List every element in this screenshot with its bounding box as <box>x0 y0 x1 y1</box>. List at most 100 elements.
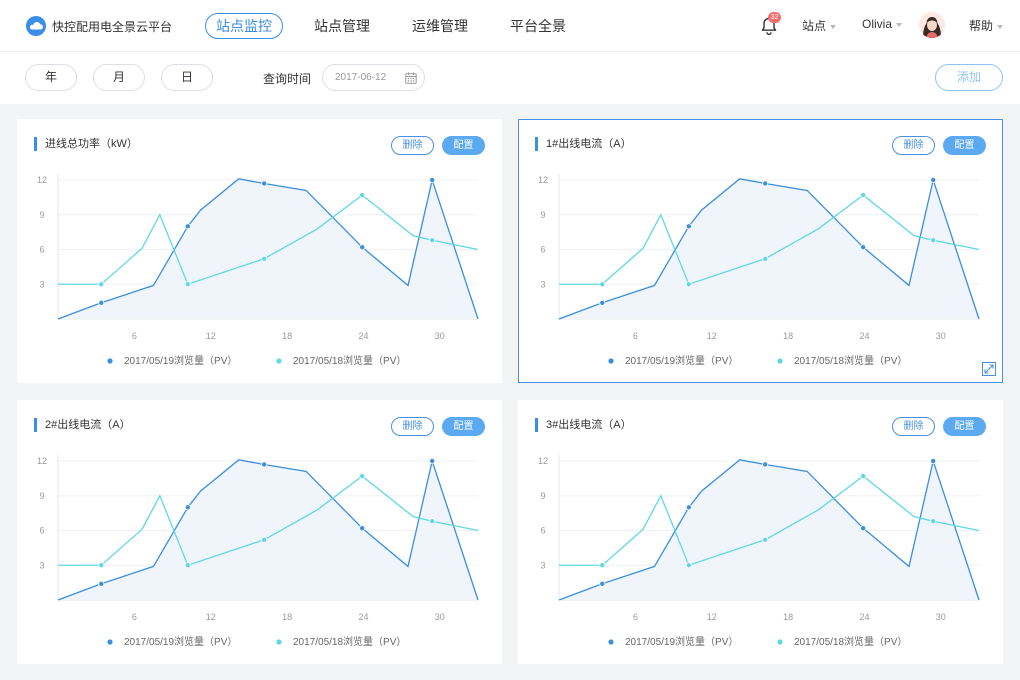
cloud-logo-icon <box>26 16 46 36</box>
top-navigation-bar: 快控配用电全景云平台 站点监控 站点管理 运维管理 平台全景 32 站点 Oli… <box>0 0 1020 52</box>
calendar-icon <box>405 72 417 84</box>
data-point <box>599 580 606 587</box>
panel-title: 1#出线电流（A） <box>535 137 632 151</box>
y-tick-label: 9 <box>39 491 44 501</box>
site-dropdown-label: 站点 <box>802 19 827 33</box>
legend-label: 2017/05/19浏览量（PV） <box>625 354 738 367</box>
data-point <box>599 281 606 288</box>
delete-button[interactable]: 删除 <box>391 417 434 436</box>
config-button[interactable]: 配置 <box>442 417 485 436</box>
x-tick-label: 12 <box>206 612 216 622</box>
app-title: 快控配用电全景云平台 <box>52 19 173 34</box>
user-name: Olivia <box>862 17 893 31</box>
data-point <box>359 244 366 251</box>
data-point <box>429 177 436 184</box>
data-point <box>685 281 692 288</box>
x-tick-label: 6 <box>132 612 137 622</box>
x-tick-label: 12 <box>206 331 216 341</box>
avatar-icon <box>919 12 945 38</box>
nav-site-management[interactable]: 站点管理 <box>303 13 381 39</box>
legend-marker <box>777 639 783 645</box>
x-tick-label: 6 <box>633 331 638 341</box>
data-point <box>261 536 268 543</box>
legend-marker <box>276 358 282 364</box>
nav-platform-overview[interactable]: 平台全景 <box>499 13 577 39</box>
y-tick-label: 9 <box>540 210 545 220</box>
data-point <box>98 562 105 569</box>
line-chart: 3 6 9 12 6 12 18 24 30 2017/05/19浏览量（PV） 2017/05/1… <box>37 174 479 367</box>
panel-title: 进线总功率（kW） <box>34 137 138 151</box>
period-day-button[interactable]: 日 <box>161 64 213 91</box>
panel-title: 3#出线电流（A） <box>535 418 632 432</box>
series-area <box>58 178 478 319</box>
y-tick-label: 6 <box>540 526 545 536</box>
legend-marker <box>777 358 783 364</box>
nav-operations-management[interactable]: 运维管理 <box>401 13 479 39</box>
data-point <box>184 223 191 230</box>
y-tick-label: 12 <box>538 456 548 466</box>
app-logo[interactable]: 快控配用电全景云平台 <box>25 15 172 37</box>
data-point <box>930 518 937 525</box>
period-year-button[interactable]: 年 <box>25 64 77 91</box>
user-dropdown[interactable]: Olivia <box>862 17 903 31</box>
x-tick-label: 30 <box>936 331 946 341</box>
chart-panel-outgoing-2: 3 6 9 12 6 12 18 24 30 2017/05/19浏览量（PV） 2017/05/1… <box>17 400 502 664</box>
x-tick-label: 24 <box>358 612 368 622</box>
nav-site-monitoring[interactable]: 站点监控 <box>205 13 283 39</box>
data-point <box>930 237 937 244</box>
data-point <box>930 458 937 465</box>
legend-label: 2017/05/18浏览量（PV） <box>794 354 907 367</box>
date-picker-input[interactable]: 2017-06-12 <box>322 64 425 91</box>
legend-label: 2017/05/18浏览量（PV） <box>293 635 406 648</box>
data-point <box>184 562 191 569</box>
legend-marker <box>608 639 614 645</box>
y-tick-label: 12 <box>37 456 47 466</box>
help-label: 帮助 <box>969 19 994 33</box>
data-point <box>685 223 692 230</box>
data-point <box>429 237 436 244</box>
expand-icon[interactable] <box>982 362 996 376</box>
add-button[interactable]: 添加 <box>935 64 1003 91</box>
date-value: 2017-06-12 <box>335 72 387 83</box>
legend-label: 2017/05/19浏览量（PV） <box>124 635 237 648</box>
x-tick-label: 30 <box>936 612 946 622</box>
chart-panel-outgoing-1[interactable]: 3 6 9 12 6 12 18 24 30 2017/05/19浏览量（PV） 2017/05/1… <box>518 119 1003 383</box>
delete-button[interactable]: 删除 <box>391 136 434 155</box>
filter-bar: 年 月 日 查询时间 2017-06-12 添加 <box>0 52 1020 104</box>
data-point <box>429 458 436 465</box>
period-month-button[interactable]: 月 <box>93 64 145 91</box>
main-nav: 站点监控 站点管理 运维管理 平台全景 <box>205 13 597 39</box>
data-point <box>762 255 769 262</box>
chevron-down-icon <box>896 22 903 27</box>
site-dropdown[interactable]: 站点 <box>802 17 837 34</box>
y-tick-label: 9 <box>39 210 44 220</box>
y-tick-label: 6 <box>39 526 44 536</box>
line-chart: 3 6 9 12 6 12 18 24 30 2017/05/19浏览量（PV） 2017/05/1… <box>538 455 980 648</box>
user-avatar[interactable] <box>919 12 945 38</box>
y-tick-label: 3 <box>540 560 545 570</box>
data-point <box>762 180 769 187</box>
data-point <box>860 192 867 199</box>
delete-button[interactable]: 删除 <box>892 417 935 436</box>
config-button[interactable]: 配置 <box>442 136 485 155</box>
data-point <box>685 504 692 511</box>
data-point <box>762 536 769 543</box>
config-button[interactable]: 配置 <box>943 417 986 436</box>
legend-label: 2017/05/19浏览量（PV） <box>124 354 237 367</box>
help-dropdown[interactable]: 帮助 <box>969 17 1004 34</box>
config-button[interactable]: 配置 <box>943 136 986 155</box>
x-tick-label: 18 <box>282 612 292 622</box>
data-point <box>98 580 105 587</box>
query-time-label: 查询时间 <box>263 72 312 86</box>
legend-label: 2017/05/18浏览量（PV） <box>293 354 406 367</box>
legend-label: 2017/05/18浏览量（PV） <box>794 635 907 648</box>
delete-button[interactable]: 删除 <box>892 136 935 155</box>
series-area <box>559 459 979 600</box>
series-area <box>559 178 979 319</box>
legend-label: 2017/05/19浏览量（PV） <box>625 635 738 648</box>
x-tick-label: 30 <box>435 612 445 622</box>
data-point <box>261 180 268 187</box>
x-tick-label: 12 <box>707 331 717 341</box>
notifications-button[interactable]: 32 <box>760 12 781 36</box>
chevron-down-icon <box>830 24 837 29</box>
